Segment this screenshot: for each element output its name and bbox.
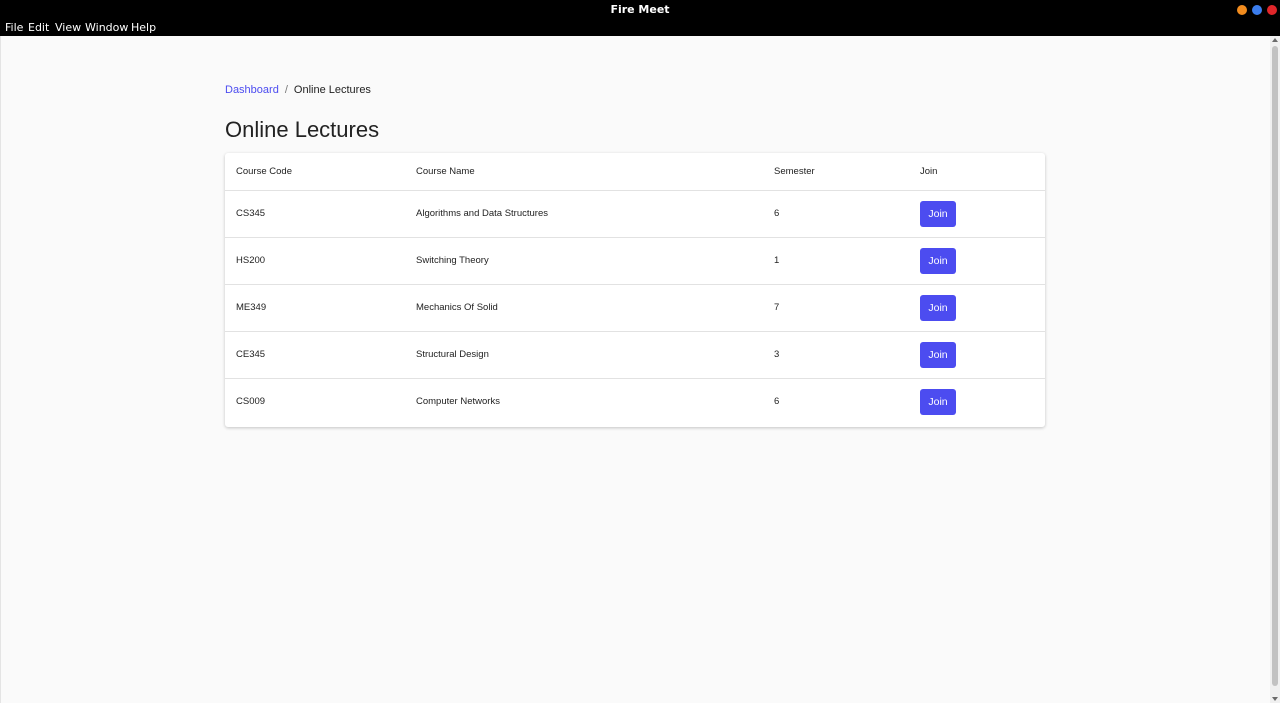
cell-join: Join [909, 331, 1045, 378]
header-course-name: Course Name [416, 165, 475, 177]
cell-course-code: ME349 [236, 302, 267, 313]
maximize-dot[interactable] [1252, 5, 1262, 15]
page-title: Online Lectures [225, 117, 380, 142]
join-button[interactable]: Join [920, 388, 956, 415]
cell-course-name: Computer Networks [416, 396, 500, 408]
table-header-row: Course Code Course Name Semester Join [225, 153, 1045, 190]
cell-course-name: Mechanics Of Solid [416, 302, 498, 313]
cell-join: Join [909, 284, 1045, 331]
scroll-down-icon[interactable] [1272, 697, 1278, 701]
menu-edit[interactable]: Edit [28, 21, 49, 34]
cell-course-code: CE345 [236, 349, 266, 360]
table-row: HS200 Switching Theory 1 Join [225, 237, 1045, 284]
breadcrumb: Dashboard / Online Lectures [225, 84, 371, 96]
close-dot[interactable] [1267, 5, 1277, 15]
join-button[interactable]: Join [920, 341, 956, 368]
cell-course-code: CS345 [236, 208, 266, 219]
menu-view[interactable]: View [55, 21, 81, 34]
breadcrumb-dashboard-link[interactable]: Dashboard [225, 84, 279, 96]
lectures-table-card: Course Code Course Name Semester Join CS… [225, 153, 1045, 427]
breadcrumb-current: Online Lectures [293, 84, 371, 96]
menu-window[interactable]: Window [85, 21, 128, 34]
join-button[interactable]: Join [920, 294, 956, 321]
table-row: ME349 Mechanics Of Solid 7 Join [225, 284, 1045, 331]
header-course-code: Course Code [236, 165, 292, 177]
cell-semester: 7 [774, 302, 780, 313]
minimize-dot[interactable] [1237, 5, 1247, 15]
cell-join: Join [909, 190, 1045, 237]
cell-course-code: HS200 [236, 255, 266, 266]
header-semester: Semester [774, 165, 815, 177]
vertical-scrollbar[interactable] [1270, 36, 1280, 703]
cell-join: Join [909, 237, 1045, 284]
title-bar: Fire Meet [0, 0, 1280, 20]
lectures-table: Course Code Course Name Semester Join CS… [225, 153, 1045, 425]
table-row: CS009 Computer Networks 6 Join [225, 378, 1045, 425]
cell-course-code: CS009 [236, 396, 266, 408]
join-button[interactable]: Join [920, 247, 956, 274]
cell-semester: 6 [774, 396, 780, 408]
cell-semester: 3 [774, 349, 780, 360]
window-title: Fire Meet [610, 3, 670, 16]
header-join: Join [920, 165, 938, 177]
table-row: CS345 Algorithms and Data Structures 6 J… [225, 190, 1045, 237]
cell-course-name: Structural Design [416, 349, 489, 360]
cell-join: Join [909, 378, 1045, 425]
join-button[interactable]: Join [920, 200, 956, 227]
cell-course-name: Algorithms and Data Structures [416, 208, 549, 219]
breadcrumb-separator: / [284, 84, 288, 96]
cell-semester: 6 [774, 208, 780, 219]
scroll-up-icon[interactable] [1272, 38, 1278, 42]
scroll-thumb[interactable] [1272, 46, 1278, 686]
cell-course-name: Switching Theory [416, 255, 489, 266]
menu-bar: File Edit View Window Help [0, 20, 1280, 36]
table-row: CE345 Structural Design 3 Join [225, 331, 1045, 378]
menu-help[interactable]: Help [131, 21, 156, 34]
cell-semester: 1 [774, 255, 780, 266]
menu-file[interactable]: File [5, 21, 23, 34]
